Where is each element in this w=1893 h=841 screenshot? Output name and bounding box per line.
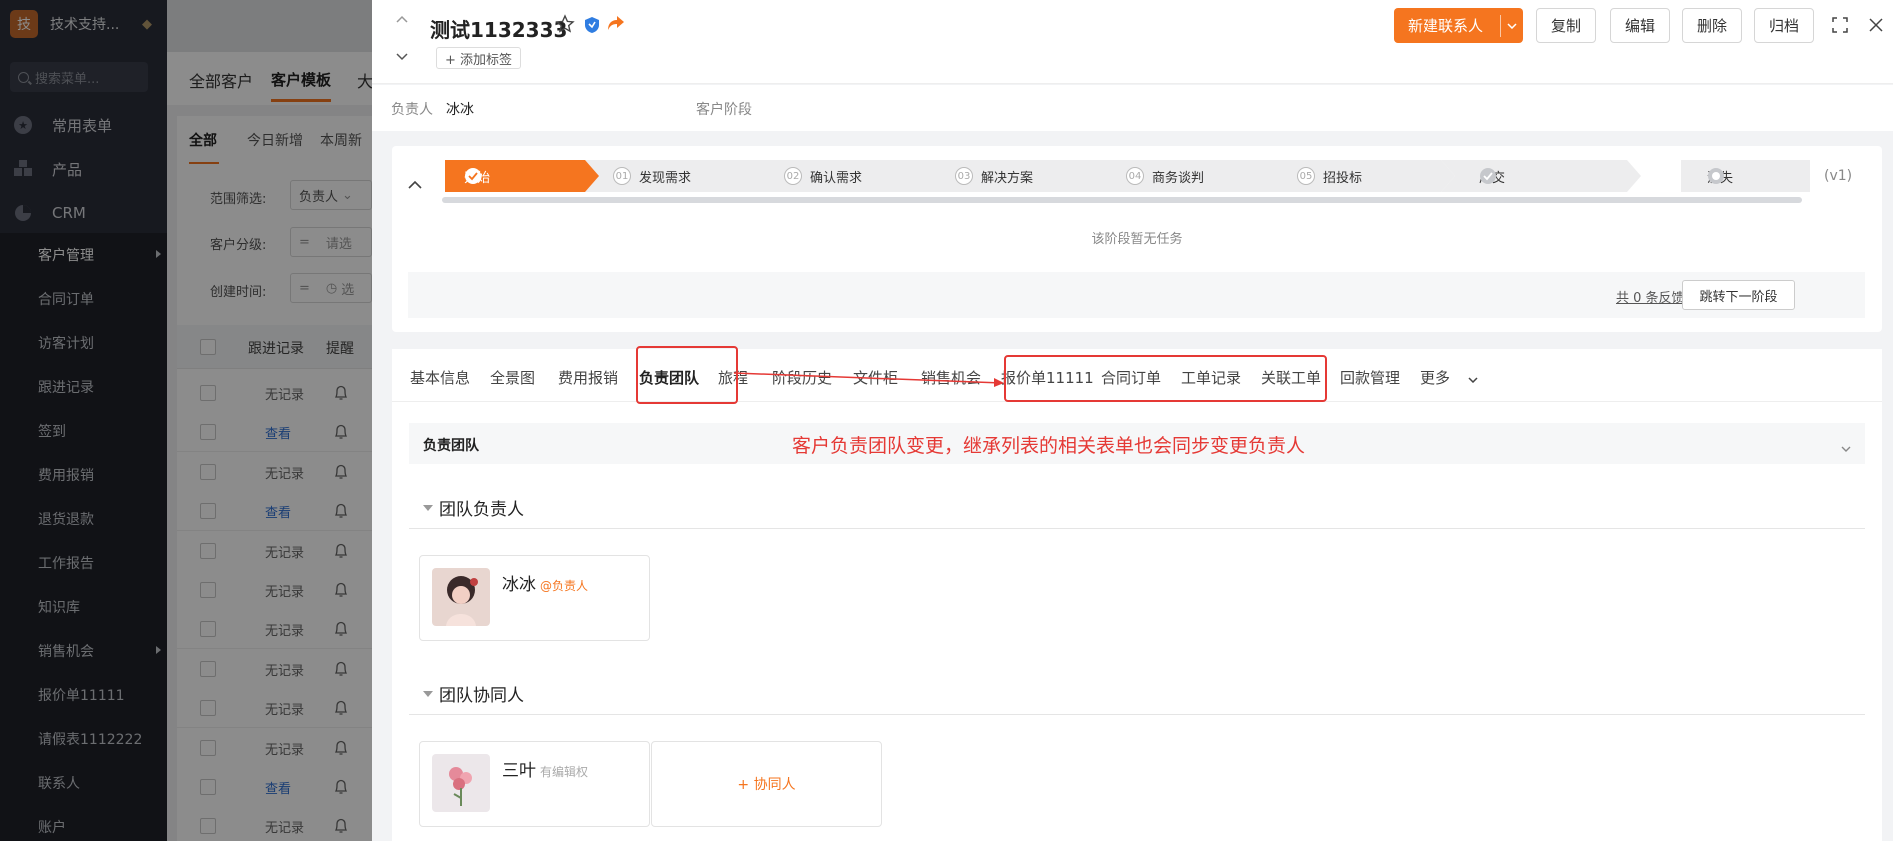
team-owner-group[interactable]: 团队负责人 <box>409 485 1865 529</box>
collapse-triangle-icon <box>423 691 433 697</box>
process-version: (v1) <box>1824 168 1853 184</box>
avatar <box>432 754 490 812</box>
jump-next-stage-button[interactable]: 跳转下一阶段 <box>1682 280 1795 310</box>
stage-label: 发现需求 <box>639 170 692 186</box>
permission-tag: 有编辑权 <box>540 765 589 779</box>
star-icon[interactable] <box>555 14 575 38</box>
owner-value[interactable]: 冰冰 <box>446 99 474 119</box>
owner-bar: 负责人 冰冰 客户阶段 <box>372 85 1893 131</box>
stage-card: 开始01发现需求02确认需求03解决方案04商务谈判05招投标成交流失 (v1)… <box>392 146 1882 332</box>
stage-number: 05 <box>1297 167 1315 185</box>
stage-number: 01 <box>613 167 631 185</box>
stage-step[interactable]: 04 商务谈判 <box>1098 160 1284 192</box>
verified-shield-icon <box>584 16 600 38</box>
stage-step[interactable]: 流失 <box>1681 160 1813 192</box>
detail-header: 测试1132333 + 添加标签 新建联系人 复制 编辑 删除 归档 <box>372 0 1893 84</box>
chevron-down-icon[interactable] <box>1841 437 1851 456</box>
archive-button[interactable]: 归档 <box>1754 8 1814 43</box>
highlight-box-team-tab <box>636 346 738 404</box>
collapse-stages-icon[interactable] <box>408 174 422 193</box>
stage-number: 02 <box>784 167 802 185</box>
detail-tab[interactable]: 费用报销 <box>558 367 618 388</box>
delete-button[interactable]: 删除 <box>1682 8 1742 43</box>
stage-label: 解决方案 <box>981 170 1034 186</box>
stage-step[interactable]: 成交 <box>1441 160 1641 192</box>
detail-tab[interactable]: 基本信息 <box>410 367 470 388</box>
no-task-text: 该阶段暂无任务 <box>1091 232 1183 247</box>
team-collaborator-group[interactable]: 团队协同人 <box>409 671 1865 715</box>
owner-role-tag: @负责人 <box>540 579 589 593</box>
highlight-box-inherited-forms <box>1004 355 1327 402</box>
chevron-down-icon[interactable] <box>1468 369 1478 387</box>
add-tag-button[interactable]: + 添加标签 <box>436 47 522 69</box>
close-icon[interactable] <box>1868 17 1884 37</box>
annotation-arrow <box>733 372 1004 387</box>
detail-tab[interactable]: 全景图 <box>490 367 535 388</box>
customer-stage-label: 客户阶段 <box>696 102 752 118</box>
team-owner-card[interactable]: 冰冰 @负责人 <box>419 555 650 641</box>
stage-progress-track <box>442 197 1802 203</box>
stage-number: 03 <box>955 167 973 185</box>
stage-label: 确认需求 <box>810 170 863 186</box>
stage-number: 04 <box>1126 167 1144 185</box>
owner-label: 负责人 <box>391 102 433 118</box>
detail-tab[interactable]: 更多 <box>1420 367 1450 388</box>
customer-title: 测试1132333 <box>430 18 568 42</box>
member-name: 三叶 <box>502 761 536 781</box>
edit-button[interactable]: 编辑 <box>1610 8 1670 43</box>
new-contact-button[interactable]: 新建联系人 <box>1394 8 1523 43</box>
stage-step[interactable]: 02 确认需求 <box>756 160 942 192</box>
stage-label: 招投标 <box>1323 170 1363 186</box>
customer-detail-drawer: 测试1132333 + 添加标签 新建联系人 复制 编辑 删除 归档 负责人 冰… <box>372 0 1893 841</box>
share-icon[interactable] <box>607 15 625 35</box>
avatar <box>432 568 490 626</box>
detail-content: 基本信息全景图费用报销负责团队旅程阶段历史文件柜销售机会报价单11111合同订单… <box>392 346 1882 841</box>
member-name: 冰冰 <box>502 575 536 595</box>
stage-label: 商务谈判 <box>1152 170 1205 186</box>
stage-step[interactable]: 01 发现需求 <box>585 160 771 192</box>
feedback-link[interactable]: 共 0 条反馈 <box>1616 287 1685 306</box>
collaborator-card[interactable]: 三叶 有编辑权 <box>419 741 650 827</box>
chevron-down-icon[interactable] <box>396 50 408 62</box>
chevron-down-icon[interactable] <box>1501 22 1523 29</box>
fullscreen-icon[interactable] <box>1832 17 1848 37</box>
modal-overlay[interactable] <box>0 0 372 841</box>
task-footer: 共 0 条反馈 跳转下一阶段 <box>408 272 1865 318</box>
copy-button[interactable]: 复制 <box>1536 8 1596 43</box>
annotation-text: 客户负责团队变更，继承列表的相关表单也会同步变更负责人 <box>792 435 1306 457</box>
add-collaborator-button[interactable]: + 协同人 <box>651 741 882 827</box>
stage-step[interactable]: 03 解决方案 <box>927 160 1113 192</box>
collapse-triangle-icon <box>423 505 433 511</box>
chevron-up-icon[interactable] <box>396 12 408 24</box>
detail-tab[interactable]: 回款管理 <box>1340 367 1400 388</box>
stage-step[interactable]: 05 招投标 <box>1269 160 1455 192</box>
